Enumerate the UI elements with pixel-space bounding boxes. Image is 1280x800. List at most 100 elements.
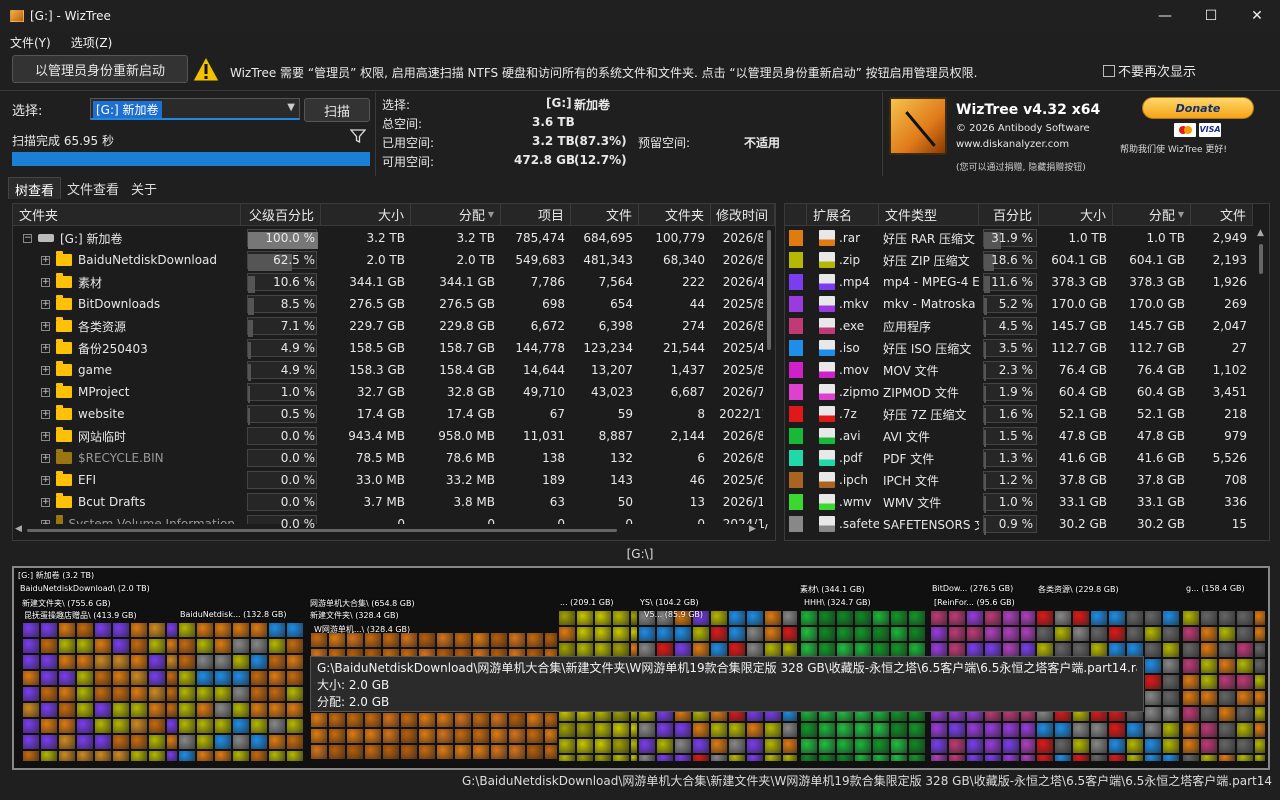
scroll-thumb[interactable] [27, 529, 617, 532]
treemap-cell[interactable] [232, 622, 250, 638]
treemap-cell[interactable] [890, 722, 908, 738]
treemap-cell[interactable] [854, 610, 872, 626]
col-file-type[interactable]: 文件类型 [879, 204, 979, 226]
treemap-cell[interactable] [1144, 626, 1162, 642]
treemap-cell[interactable] [1036, 722, 1054, 738]
treemap-cell[interactable] [1054, 722, 1072, 738]
treemap-cell[interactable] [854, 722, 872, 738]
treemap-cell[interactable] [728, 754, 746, 762]
treemap-cell[interactable] [1200, 706, 1218, 722]
treemap-cell[interactable] [382, 728, 400, 744]
treemap-cell[interactable] [1218, 610, 1236, 626]
treemap-cell[interactable] [454, 632, 472, 648]
expand-icon[interactable]: + [41, 409, 50, 419]
treemap-cell[interactable] [1200, 674, 1218, 690]
treemap-cell[interactable] [178, 702, 196, 718]
expand-icon[interactable]: + [41, 343, 50, 353]
treemap-cell[interactable] [112, 622, 130, 638]
treemap-cell[interactable] [746, 626, 764, 642]
treemap-cell[interactable] [728, 610, 746, 626]
treemap-cell[interactable] [382, 744, 400, 760]
menu-options[interactable]: 选项(Z) [61, 34, 123, 51]
treemap-cell[interactable] [908, 754, 926, 762]
treemap-cell[interactable] [558, 754, 576, 762]
treemap-cell[interactable] [966, 722, 984, 738]
ext-row[interactable]: .ipch IPCH 文件 37.8 GB 37.8 GB 708 1.2 % [785, 469, 1253, 491]
treemap-cell[interactable] [214, 670, 232, 686]
treemap-cell[interactable] [232, 718, 250, 734]
minimize-button[interactable]: — [1142, 0, 1188, 32]
treemap-cell[interactable] [948, 722, 966, 738]
treemap-cell[interactable] [268, 622, 286, 638]
treemap-cell[interactable] [930, 722, 948, 738]
expand-icon[interactable]: + [41, 365, 50, 375]
treemap-cell[interactable] [130, 638, 148, 654]
treemap-cell[interactable] [490, 744, 508, 760]
treemap-cell[interactable] [526, 744, 544, 760]
treemap-cell[interactable] [1254, 626, 1266, 642]
drive-select[interactable]: [G:] 新加卷 ▼ [90, 98, 300, 120]
treemap-cell[interactable] [490, 632, 508, 648]
treemap-cell[interactable] [1162, 722, 1180, 738]
treemap-cell[interactable] [268, 718, 286, 734]
treemap-cell[interactable] [310, 760, 328, 762]
treemap-cell[interactable] [436, 728, 454, 744]
treemap-cell[interactable] [1020, 754, 1036, 762]
expand-icon[interactable]: + [41, 497, 50, 507]
treemap-cell[interactable] [40, 654, 58, 670]
treemap-cell[interactable] [76, 686, 94, 702]
treemap-cell[interactable] [472, 728, 490, 744]
treemap-cell[interactable] [400, 728, 418, 744]
treemap-cell[interactable] [112, 750, 130, 762]
treemap-cell[interactable] [346, 728, 364, 744]
treemap-cell[interactable] [22, 702, 40, 718]
treemap-cell[interactable] [436, 712, 454, 728]
treemap-cell[interactable] [930, 738, 948, 754]
treemap-cell[interactable] [178, 654, 196, 670]
treemap-cell[interactable] [286, 638, 304, 654]
treemap-cell[interactable] [436, 744, 454, 760]
tab-about[interactable]: 关于 [125, 177, 163, 199]
collapse-icon[interactable]: − [23, 233, 32, 243]
ext-row[interactable]: .zip 好压 ZIP 压缩文 604.1 GB 604.1 GB 2,193 18.6 … [785, 249, 1253, 271]
treemap-cell[interactable] [1218, 690, 1236, 706]
treemap-cell[interactable] [508, 632, 526, 648]
treemap-cell[interactable] [818, 626, 836, 642]
treemap-cell[interactable] [94, 734, 112, 750]
treemap-cell[interactable] [1002, 610, 1020, 626]
treemap-cell[interactable] [76, 718, 94, 734]
treemap-cell[interactable] [472, 712, 490, 728]
treemap-cell[interactable] [1162, 674, 1180, 690]
col-size[interactable]: 大小 [321, 204, 411, 226]
col-folders[interactable]: 文件夹 [639, 204, 711, 226]
treemap-cell[interactable] [984, 754, 1002, 762]
treemap-cell[interactable] [1020, 722, 1036, 738]
treemap-cell[interactable] [22, 718, 40, 734]
treemap-cell[interactable] [196, 654, 214, 670]
treemap-cell[interactable] [508, 744, 526, 760]
expand-icon[interactable]: + [41, 387, 50, 397]
treemap-cell[interactable] [346, 744, 364, 760]
treemap-cell[interactable] [1254, 610, 1266, 626]
col-files[interactable]: 文件 [571, 204, 639, 226]
treemap-cell[interactable] [40, 686, 58, 702]
treemap-cell[interactable] [418, 728, 436, 744]
treemap-cell[interactable] [1200, 754, 1218, 762]
treemap-cell[interactable] [286, 622, 304, 638]
treemap-cell[interactable] [214, 702, 232, 718]
treemap-cell[interactable] [1126, 738, 1144, 754]
treemap-cell[interactable] [166, 686, 178, 702]
treemap-cell[interactable] [418, 632, 436, 648]
treemap-cell[interactable] [1002, 754, 1020, 762]
treemap-cell[interactable] [1144, 690, 1162, 706]
scroll-thumb[interactable] [767, 230, 771, 350]
treemap-cell[interactable] [1182, 722, 1200, 738]
treemap-cell[interactable] [576, 738, 594, 754]
treemap-cell[interactable] [214, 750, 232, 762]
treemap-cell[interactable] [130, 654, 148, 670]
treemap-cell[interactable] [166, 638, 178, 654]
treemap-cell[interactable] [1126, 754, 1144, 762]
scan-button[interactable]: 扫描 [304, 98, 370, 122]
treemap-cell[interactable] [872, 626, 890, 642]
treemap-cell[interactable] [674, 626, 692, 642]
